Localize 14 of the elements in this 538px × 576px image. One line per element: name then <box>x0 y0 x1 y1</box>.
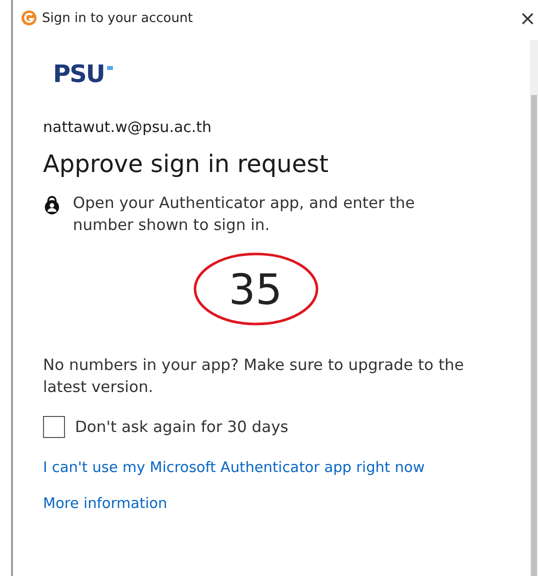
logo: PSU <box>53 60 114 88</box>
scrollbar[interactable] <box>530 40 538 576</box>
account-email: nattawut.w@psu.ac.th <box>43 118 213 136</box>
upgrade-note: No numbers in your app? Make sure to upgrade to the latest version. <box>43 355 465 398</box>
close-button[interactable]: × <box>515 6 538 30</box>
alternative-method-link[interactable]: I can't use my Microsoft Authenticator app right now <box>43 460 425 476</box>
more-information-link[interactable]: More information <box>43 496 168 512</box>
app-logo-icon <box>21 10 37 26</box>
checkbox-label: Don't ask again for 30 days <box>75 418 288 436</box>
window-title: Sign in to your account <box>42 10 193 26</box>
sign-in-number: 35 <box>228 264 282 314</box>
instruction-text: Open your Authenticator app, and enter the number shown to sign in. <box>72 193 416 236</box>
checkbox[interactable] <box>43 416 65 438</box>
heading: Approve sign in request <box>43 150 330 178</box>
